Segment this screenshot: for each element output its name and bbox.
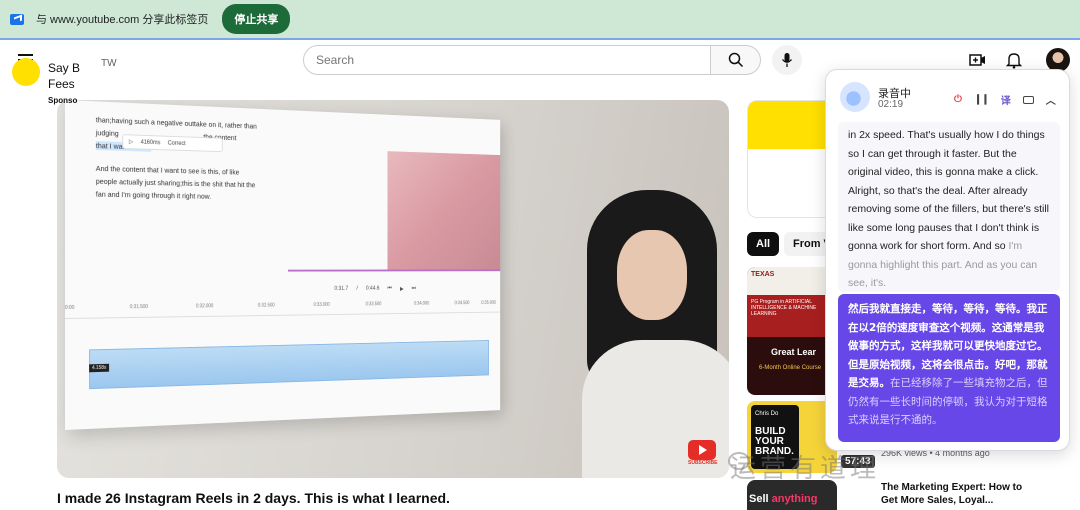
recorder-toolbar: ⏻ ❙❙ 译 ︿ [954, 92, 1056, 107]
recommended-thumbnail-1[interactable]: TEXAS PG Program in ARTIFICIAL INTELLIGE… [747, 267, 837, 395]
forward-icon: ⏭ [412, 286, 416, 292]
ad-title[interactable]: Say B Fees [48, 60, 93, 92]
toolbar-correct: Correct [168, 140, 186, 146]
chip-all[interactable]: All [747, 232, 779, 256]
create-video-icon[interactable] [969, 53, 986, 67]
timeline-ruler: 0:00 0:31.500 0:32.000 0:32.500 0:33.000… [65, 300, 500, 319]
stop-sharing-button[interactable]: 停止共享 [222, 4, 290, 34]
recommended-video-title[interactable]: The Marketing Expert: How to Get More Sa… [881, 481, 1031, 507]
power-icon[interactable]: ⏻ [954, 94, 962, 105]
channel-watermark: 运营有道理 [730, 448, 880, 485]
transcript-document: than;having such a negative outtake on i… [96, 113, 277, 213]
chevron-up-icon[interactable]: ︿ [1046, 92, 1056, 107]
play-button-icon: ▶ [400, 286, 404, 292]
tab-share-bar: 与 www.youtube.com 分享此标签页 停止共享 [0, 0, 1080, 40]
shopping-cart-icon [12, 58, 40, 86]
chinese-translation: 然后我就直接走，等待，等待，等待。我正在以2倍的速度审查这个视频。这通常是我做事… [838, 294, 1060, 442]
region-code: TW [101, 58, 117, 69]
thumbnail-creator: Chris Do [755, 411, 778, 417]
microphone-icon [781, 52, 793, 68]
play-icon: ▷ [129, 138, 133, 145]
video-title: I made 26 Instagram Reels in 2 days. Thi… [57, 490, 450, 506]
toolbar-duration: 4160ms [141, 139, 161, 146]
pause-icon[interactable]: ❙❙ [974, 94, 989, 105]
translate-button[interactable]: 译 [1001, 92, 1011, 107]
voice-search-button[interactable] [772, 45, 802, 75]
caption-icon[interactable] [1023, 96, 1034, 104]
clip-duration-label: 4.158s [89, 364, 109, 373]
screen-share-icon [10, 14, 24, 25]
rewind-icon: ⏮ [388, 286, 392, 292]
recording-timer: 02:19 [878, 99, 903, 110]
recorder-logo-icon [840, 82, 870, 112]
subscribe-watermark: SUBSCRIBE [688, 460, 717, 466]
timeline-clip-track [89, 340, 489, 389]
english-transcript: in 2x speed. That's usually how I do thi… [838, 122, 1060, 292]
sponsored-ad-card[interactable] [747, 100, 837, 218]
ad-sponsor-label: Sponso [48, 96, 77, 105]
notifications-bell-icon[interactable] [1006, 51, 1022, 69]
thumbnail-banner: PG Program in ARTIFICIAL INTELLIGENCE & … [747, 295, 837, 337]
video-preview-frame [388, 151, 501, 269]
youtube-logo-icon [688, 440, 716, 460]
video-player[interactable]: than;having such a negative outtake on i… [57, 100, 729, 478]
presenter [582, 190, 729, 478]
search-icon [728, 52, 744, 68]
recording-translator-panel: 录音中 02:19 ⏻ ❙❙ 译 ︿ in 2x speed. That's u… [825, 69, 1070, 451]
search-input[interactable] [303, 45, 711, 75]
share-status-text: 与 www.youtube.com 分享此标签页 [36, 11, 208, 27]
thumbnail-subline: 6-Month Online Course [759, 365, 821, 371]
thumbnail-headline: Sell anything [749, 493, 817, 505]
editor-transport: 0:31.7/0:44.6 ⏮ ▶ ⏭ [334, 286, 415, 293]
thumbnail-brand: TEXAS [747, 267, 837, 295]
editor-screen-recording: than;having such a negative outtake on i… [65, 100, 500, 430]
playhead-line [288, 269, 500, 271]
thumbnail-headline: Great Lear [771, 347, 816, 357]
search-button[interactable] [711, 45, 761, 75]
